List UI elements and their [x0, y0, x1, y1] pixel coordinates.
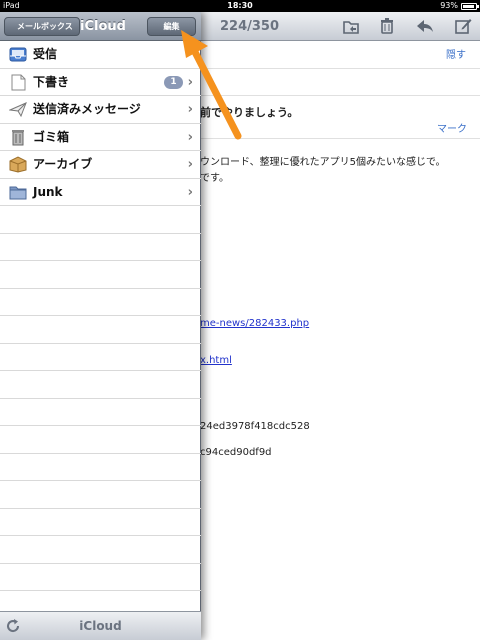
- message-body-line: c94ced90df9d: [200, 447, 272, 458]
- mailbox-label: Junk: [33, 184, 63, 199]
- empty-row: [0, 399, 201, 426]
- mailboxes-back-button[interactable]: メールボックス: [4, 17, 80, 36]
- empty-row: [0, 426, 201, 454]
- chevron-right-icon: ›: [187, 157, 193, 172]
- back-button-label: メールボックス: [17, 22, 73, 31]
- empty-row: [0, 344, 201, 371]
- message-body-line: ウンロード、整理に優れたアプリ5個みたいな感じで。: [200, 157, 446, 168]
- chevron-right-icon: ›: [187, 129, 193, 145]
- mailbox-label: 送信済みメッセージ: [33, 102, 141, 116]
- empty-row: [0, 234, 201, 261]
- battery-percent: 93%: [440, 1, 458, 10]
- folder-icon: [9, 184, 27, 201]
- popover-bottom-bar: iCloud: [0, 611, 201, 640]
- mailbox-row-trash[interactable]: ゴミ箱 ›: [0, 124, 201, 151]
- mailbox-label: 受信: [33, 47, 58, 61]
- draft-icon: [9, 74, 27, 91]
- chevron-right-icon: ›: [187, 102, 193, 117]
- move-folder-icon[interactable]: [342, 17, 360, 35]
- empty-row: [0, 261, 201, 289]
- reply-icon[interactable]: [416, 17, 434, 35]
- empty-row: [0, 289, 201, 316]
- empty-row: [0, 481, 201, 509]
- mailbox-label: 下書き: [33, 74, 70, 89]
- chevron-right-icon: ›: [187, 74, 193, 90]
- empty-row: [0, 564, 201, 591]
- mailbox-label: ゴミ箱: [33, 129, 70, 144]
- mailbox-row-junk[interactable]: Junk ›: [0, 179, 201, 206]
- inbox-icon: [9, 46, 27, 63]
- compose-icon[interactable]: [454, 17, 472, 35]
- account-footer-title: iCloud: [79, 619, 122, 633]
- empty-row: [0, 316, 201, 344]
- popover-nav-bar: メールボックス iCloud 編集: [0, 12, 201, 41]
- chevron-right-icon: ›: [187, 184, 193, 200]
- mailbox-row-inbox[interactable]: 受信: [0, 41, 201, 69]
- message-link[interactable]: x.html: [200, 355, 232, 366]
- status-time: 18:30: [227, 1, 253, 10]
- empty-row: [0, 206, 201, 234]
- empty-row: [0, 454, 201, 481]
- message-body-line: 24ed3978f418cdc528: [200, 421, 310, 432]
- message-counter: 224/350: [220, 19, 280, 34]
- empty-row: [0, 509, 201, 536]
- mailbox-row-drafts[interactable]: 下書き 1 ›: [0, 69, 201, 96]
- popover-title: iCloud: [80, 19, 126, 34]
- status-bar: iPad 18:30 93%: [0, 0, 480, 12]
- mailbox-popover: メールボックス iCloud 編集 受信 下書き 1 › 送信済みメッセージ ›: [0, 12, 201, 640]
- unread-count-badge: 1: [164, 75, 183, 89]
- empty-row: [0, 371, 201, 399]
- mailbox-label: アーカイブ: [33, 157, 93, 171]
- sent-icon: [8, 101, 27, 118]
- hide-link[interactable]: 隠す: [446, 46, 466, 61]
- mailbox-list: 受信 下書き 1 › 送信済みメッセージ › ゴミ箱 › アーカイブ › Jun…: [0, 41, 201, 619]
- archive-box-icon: [9, 156, 27, 173]
- trash-icon: [9, 129, 27, 146]
- edit-button[interactable]: 編集: [147, 17, 196, 36]
- empty-row: [0, 536, 201, 564]
- message-link[interactable]: me-news/282433.php: [200, 318, 309, 329]
- message-body-line: です。: [200, 173, 229, 184]
- mailbox-row-archive[interactable]: アーカイブ ›: [0, 151, 201, 179]
- mailbox-row-sent[interactable]: 送信済みメッセージ ›: [0, 96, 201, 124]
- message-subject: 前でやりましょう。: [200, 106, 299, 119]
- battery-icon: [461, 2, 479, 10]
- mark-link[interactable]: マーク: [437, 120, 467, 135]
- trash-icon[interactable]: [378, 17, 396, 35]
